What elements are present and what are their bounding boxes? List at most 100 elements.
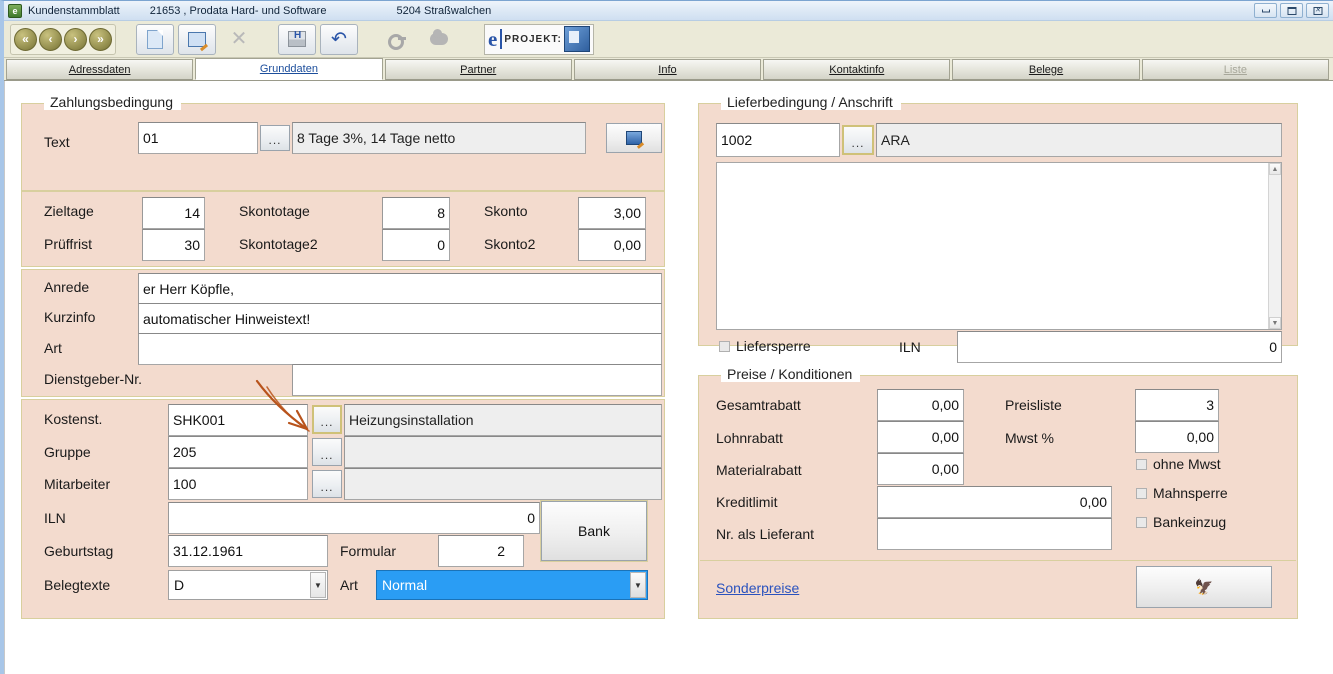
zahlungsbedingung-description: 8 Tage 3%, 14 Tage netto bbox=[292, 122, 586, 154]
save-record-button[interactable] bbox=[278, 23, 316, 55]
bank-button[interactable]: Bank bbox=[541, 501, 647, 561]
last-record-button[interactable]: » bbox=[89, 27, 112, 51]
chevron-down-icon[interactable]: ▼ bbox=[310, 572, 326, 598]
delete-record-button[interactable]: ✕ bbox=[220, 23, 258, 55]
preise-konditionen-group: Preise / Konditionen Gesamtrabatt 0,00 L… bbox=[698, 366, 1298, 619]
gruppe-label: Gruppe bbox=[44, 444, 91, 460]
lieferant-label: Nr. als Lieferant bbox=[716, 526, 815, 542]
lieferbedingung-lookup-button[interactable]: ... bbox=[842, 125, 874, 155]
formular-input[interactable]: 2 bbox=[438, 535, 524, 567]
chevron-down-icon-2[interactable]: ▼ bbox=[630, 572, 646, 598]
sonderpreise-link[interactable]: Sonderpreise bbox=[716, 580, 799, 596]
lieferbedingung-iln-input[interactable]: 0 bbox=[957, 331, 1282, 363]
next-record-button[interactable]: › bbox=[64, 27, 87, 51]
bankeinzug-label: Bankeinzug bbox=[1153, 514, 1227, 530]
zieltage-label: Zieltage bbox=[44, 203, 94, 219]
gesamtrabatt-input[interactable]: 0,00 bbox=[877, 389, 964, 421]
kostenst-lookup-button[interactable]: ... bbox=[312, 405, 342, 434]
tab-kontaktinfo[interactable]: Kontaktinfo bbox=[763, 59, 951, 80]
toolbar: « ‹ › » ✕ ↶ e PROJEKT: bbox=[4, 21, 1333, 58]
skontotage2-input[interactable]: 0 bbox=[382, 229, 450, 261]
lieferant-input[interactable] bbox=[877, 518, 1112, 550]
dienstgeber-input[interactable] bbox=[292, 364, 662, 396]
preisliste-input[interactable]: 3 bbox=[1135, 389, 1219, 421]
mitarbeiter-input[interactable]: 100 bbox=[168, 468, 308, 500]
tab-info[interactable]: Info bbox=[573, 59, 762, 80]
first-record-button[interactable]: « bbox=[14, 27, 37, 51]
zieltage-input[interactable]: 14 bbox=[142, 197, 205, 229]
tab-belege-label: Belege bbox=[1028, 63, 1064, 76]
materialrabatt-input[interactable]: 0,00 bbox=[877, 453, 964, 485]
gruppe-lookup-button[interactable]: ... bbox=[312, 438, 342, 466]
cloud-icon bbox=[430, 29, 448, 45]
lieferbedingung-code-input[interactable]: 1002 bbox=[716, 123, 840, 157]
zahlungsbedingung-text-edit-button[interactable] bbox=[606, 123, 662, 153]
lieferbedingung-description: ARA bbox=[876, 123, 1282, 157]
gruppe-input[interactable]: 205 bbox=[168, 436, 308, 468]
bank-button-frame: Bank bbox=[540, 500, 648, 562]
tab-bar: Adressdaten Grunddaten Partner Info Kont… bbox=[4, 58, 1333, 81]
undo-button[interactable]: ↶ bbox=[320, 23, 358, 55]
tab-liste-label: Liste bbox=[1223, 63, 1247, 76]
cloud-button[interactable] bbox=[420, 23, 458, 55]
bankeinzug-checkbox[interactable] bbox=[1136, 516, 1147, 528]
kreditlimit-input[interactable]: 0,00 bbox=[877, 486, 1112, 518]
zahlungsbedingung-lookup-button[interactable]: ... bbox=[260, 125, 290, 151]
skonto2-input[interactable]: 0,00 bbox=[578, 229, 646, 261]
art-input[interactable] bbox=[138, 333, 662, 365]
mitarbeiter-label: Mitarbeiter bbox=[44, 476, 111, 492]
anrede-input[interactable]: er Herr Köpfle, bbox=[138, 273, 662, 305]
lohnrabatt-input[interactable]: 0,00 bbox=[877, 421, 964, 453]
zahlungsbedingung-code-input[interactable]: 01 bbox=[138, 122, 258, 154]
form-content: Zahlungsbedingung Text 01 ... 8 Tage 3%,… bbox=[4, 81, 1333, 674]
previous-record-button[interactable]: ‹ bbox=[39, 27, 62, 51]
window-title: Kundenstammblatt bbox=[28, 4, 120, 17]
kostenst-label: Kostenst. bbox=[44, 411, 103, 427]
tab-adressdaten-label: Adressdaten bbox=[68, 63, 131, 76]
skonto-input[interactable]: 3,00 bbox=[578, 197, 646, 229]
key-icon bbox=[388, 34, 406, 50]
kurzinfo-input[interactable]: automatischer Hinweistext! bbox=[138, 303, 662, 335]
skontotage-input[interactable]: 8 bbox=[382, 197, 450, 229]
pruef-frist-input[interactable]: 30 bbox=[142, 229, 205, 261]
anschrift-memo-scrollbar[interactable]: ▲ ▼ bbox=[1268, 163, 1281, 329]
text-label: Text bbox=[44, 134, 70, 150]
kreditlimit-label: Kreditlimit bbox=[716, 494, 778, 510]
belegtexte-label: Belegtexte bbox=[44, 577, 111, 593]
bankeinzug-checkbox-row[interactable]: Bankeinzug bbox=[1136, 514, 1226, 530]
kostenst-input[interactable]: SHK001 bbox=[168, 404, 308, 436]
window-controls: ✕ bbox=[1254, 3, 1329, 18]
edit-record-button[interactable] bbox=[178, 23, 216, 55]
belegtexte-art-select[interactable]: Normal ▼ bbox=[376, 570, 648, 600]
tab-belege[interactable]: Belege bbox=[952, 59, 1140, 80]
liefersperre-checkbox-row[interactable]: Liefersperre bbox=[719, 338, 811, 354]
minimize-button[interactable] bbox=[1254, 3, 1277, 18]
new-record-button[interactable] bbox=[136, 23, 174, 55]
eagle-crest-button[interactable]: 🦅 bbox=[1136, 566, 1272, 608]
tab-partner[interactable]: Partner bbox=[384, 59, 572, 80]
eprojekt-logo-icon bbox=[563, 26, 590, 52]
tab-adressdaten[interactable]: Adressdaten bbox=[6, 59, 194, 80]
search-key-button[interactable] bbox=[378, 23, 416, 55]
mahnsperre-checkbox[interactable] bbox=[1136, 487, 1147, 499]
scroll-down-icon[interactable]: ▼ bbox=[1269, 317, 1281, 329]
document-edit-icon bbox=[626, 131, 642, 145]
mahnsperre-checkbox-row[interactable]: Mahnsperre bbox=[1136, 485, 1228, 501]
belegtexte-select[interactable]: D ▼ bbox=[168, 570, 328, 600]
mwst-input[interactable]: 0,00 bbox=[1135, 421, 1219, 453]
ohne-mwst-checkbox[interactable] bbox=[1136, 458, 1147, 470]
dienstgeber-label: Dienstgeber-Nr. bbox=[44, 371, 143, 387]
maximize-button[interactable] bbox=[1280, 3, 1303, 18]
mitarbeiter-description bbox=[344, 468, 662, 500]
anschrift-memo[interactable]: ▲ ▼ bbox=[716, 162, 1282, 330]
iln-left-input[interactable]: 0 bbox=[168, 502, 540, 534]
tab-grunddaten[interactable]: Grunddaten bbox=[195, 58, 383, 80]
ohne-mwst-checkbox-row[interactable]: ohne Mwst bbox=[1136, 456, 1221, 472]
geburtstag-input[interactable]: 31.12.1961 bbox=[168, 535, 328, 567]
ohne-mwst-label: ohne Mwst bbox=[1153, 456, 1221, 472]
scroll-up-icon[interactable]: ▲ bbox=[1269, 163, 1281, 175]
close-button[interactable]: ✕ bbox=[1306, 3, 1329, 18]
liefersperre-checkbox[interactable] bbox=[719, 340, 730, 352]
mitarbeiter-lookup-button[interactable]: ... bbox=[312, 470, 342, 498]
eprojekt-brand[interactable]: e PROJEKT: bbox=[484, 23, 594, 55]
